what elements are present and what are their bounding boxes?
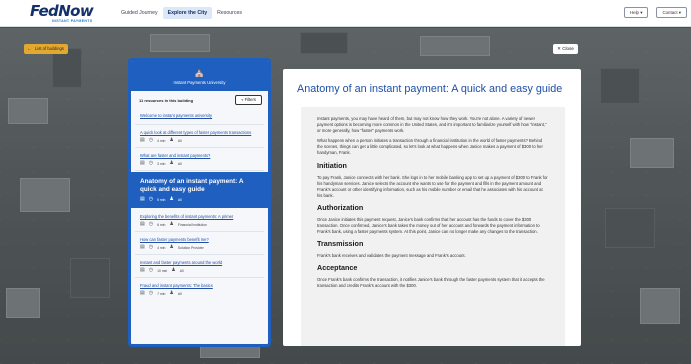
audience-icon: ♟ [169, 290, 174, 296]
resources-toolbar: 11 resources in this building ▿ Filters [131, 91, 268, 108]
resource-link[interactable]: Instant and faster payments around the w… [140, 260, 259, 265]
audience-icon: ♟ [169, 160, 174, 166]
filter-icon: ▿ [241, 97, 244, 102]
read-time: 4 min [157, 245, 166, 250]
audience-icon: ♟ [171, 267, 176, 273]
article-paragraph: Once Frank's bank confirms the transacti… [317, 277, 545, 289]
audience: Solution Provider [177, 245, 204, 250]
audience: All [177, 291, 182, 296]
audience: All [177, 138, 182, 143]
list-item[interactable]: Welcome to instant payments university [135, 108, 264, 125]
resource-meta: ▤ ◷ 6 min ♟ Financial Institution [140, 222, 259, 227]
panel-header: ⛪ Instant Payments University [131, 61, 268, 91]
list-of-buildings-label: List of buildings [35, 46, 64, 51]
document-icon: ▤ [140, 244, 145, 250]
article-title: Anatomy of an instant payment: A quick a… [297, 83, 563, 95]
audience: Financial Institution [177, 222, 207, 227]
clock-icon: ◷ [148, 137, 154, 143]
document-icon: ▤ [140, 267, 145, 273]
main-nav: Guided Journey Explore the City Resource… [116, 0, 247, 27]
clock-icon: ◷ [148, 160, 154, 166]
clock-icon: ◷ [148, 290, 154, 296]
read-time: 5 min [157, 197, 166, 202]
resources-panel: ⛪ Instant Payments University 11 resourc… [128, 58, 271, 347]
audience-icon: ♟ [169, 244, 174, 250]
read-time: 6 min [157, 222, 166, 227]
article-paragraph: What happens when a person initiates a t… [317, 138, 543, 156]
resource-meta: ▤ ◷ 10 min ♟ All [140, 268, 259, 273]
help-dropdown[interactable]: Help ▾ [623, 7, 649, 18]
top-navigation-bar: FedNow INSTANT PAYMENTS Guided Journey E… [0, 0, 691, 27]
resource-link[interactable]: A quick look at different types of faste… [140, 130, 259, 135]
filters-label: Filters [244, 97, 256, 102]
resource-meta: ▤ ◷ 4 min ♟ Solution Provider [140, 245, 259, 250]
document-icon: ▤ [140, 221, 145, 227]
read-time: 10 min [157, 268, 168, 273]
fednow-logo[interactable]: FedNow INSTANT PAYMENTS [30, 1, 102, 23]
list-item[interactable]: Fraud and instant payments: The basics ▤… [135, 278, 264, 300]
nav-explore-the-city[interactable]: Explore the City [162, 7, 213, 19]
filters-button[interactable]: ▿ Filters [235, 95, 262, 105]
list-of-buildings-button[interactable]: ← List of buildings [24, 44, 68, 54]
clock-icon: ◷ [148, 221, 154, 227]
contact-dropdown[interactable]: Contact ▾ [656, 7, 687, 18]
logo-subtext: INSTANT PAYMENTS [52, 18, 93, 23]
list-item[interactable]: A quick look at different types of faste… [135, 125, 264, 148]
resource-link[interactable]: Welcome to instant payments university [140, 113, 259, 118]
resource-count: 11 resources in this building [139, 97, 194, 103]
read-time: 7 min [157, 291, 166, 296]
document-icon: ▤ [140, 137, 145, 143]
section-heading-acceptance: Acceptance [317, 263, 358, 273]
clock-icon: ◷ [148, 267, 154, 273]
read-time: 4 min [157, 138, 166, 143]
resource-list: Welcome to instant payments university A… [131, 108, 268, 300]
nav-resources[interactable]: Resources [212, 7, 247, 19]
clock-icon: ◷ [148, 244, 154, 250]
list-item[interactable]: What are faster and instant payments? ▤ … [135, 148, 264, 171]
resource-link[interactable]: What are faster and instant payments? [140, 153, 259, 158]
list-item-selected[interactable]: Anatomy of an instant payment: A quick a… [131, 172, 268, 208]
resource-meta: ▤ ◷ 5 min ♟ All [140, 197, 259, 202]
arrow-left-icon: ← [27, 46, 32, 52]
audience: All [177, 197, 182, 202]
resource-meta: ▤ ◷ 7 min ♟ All [140, 291, 259, 296]
resource-link[interactable]: How can faster payments benefit me? [140, 237, 259, 242]
document-icon: ▤ [140, 196, 145, 202]
audience-icon: ♟ [169, 137, 174, 143]
article-paragraph: To pay Frank, Janice connects with her b… [317, 174, 548, 198]
article-paragraph: Instant payments, you may have heard of … [317, 116, 547, 134]
audience: All [179, 268, 184, 273]
resource-link[interactable]: Exploring the benefits of instant paymen… [140, 214, 259, 219]
resource-meta: ▤ ◷ 3 min ♟ All [140, 161, 259, 166]
article-paragraph: Once Janice initiates this payment reque… [317, 216, 540, 235]
clock-icon: ◷ [148, 196, 154, 202]
list-item[interactable]: Exploring the benefits of instant paymen… [135, 209, 264, 232]
section-heading-transmission: Transmission [317, 239, 364, 249]
list-item[interactable]: How can faster payments benefit me? ▤ ◷ … [135, 232, 264, 255]
nav-right-group: Help ▾ Contact ▾ [623, 7, 687, 18]
list-item[interactable]: Instant and faster payments around the w… [135, 255, 264, 278]
audience-icon: ♟ [169, 221, 174, 227]
logo-text: FedNow [30, 1, 94, 20]
close-button[interactable]: ✕ Close [553, 44, 578, 54]
read-time: 3 min [157, 161, 166, 166]
nav-guided-journey[interactable]: Guided Journey [116, 7, 163, 19]
article-panel: Anatomy of an instant payment: A quick a… [283, 69, 581, 346]
article-body[interactable]: Instant payments, you may have heard of … [301, 107, 565, 346]
resource-link[interactable]: Anatomy of an instant payment: A quick a… [140, 178, 259, 194]
section-heading-authorization: Authorization [317, 202, 364, 212]
audience-icon: ♟ [169, 196, 174, 202]
resource-meta: ▤ ◷ 4 min ♟ All [140, 138, 259, 143]
resource-link[interactable]: Fraud and instant payments: The basics [140, 283, 259, 288]
section-heading-initiation: Initiation [317, 160, 347, 170]
document-icon: ▤ [140, 290, 145, 296]
panel-title: Instant Payments University [173, 80, 226, 85]
document-icon: ▤ [140, 160, 145, 166]
article-paragraph: Frank's bank receives and validates the … [317, 253, 466, 259]
audience: All [177, 161, 182, 166]
university-building-icon: ⛪ [193, 67, 206, 77]
